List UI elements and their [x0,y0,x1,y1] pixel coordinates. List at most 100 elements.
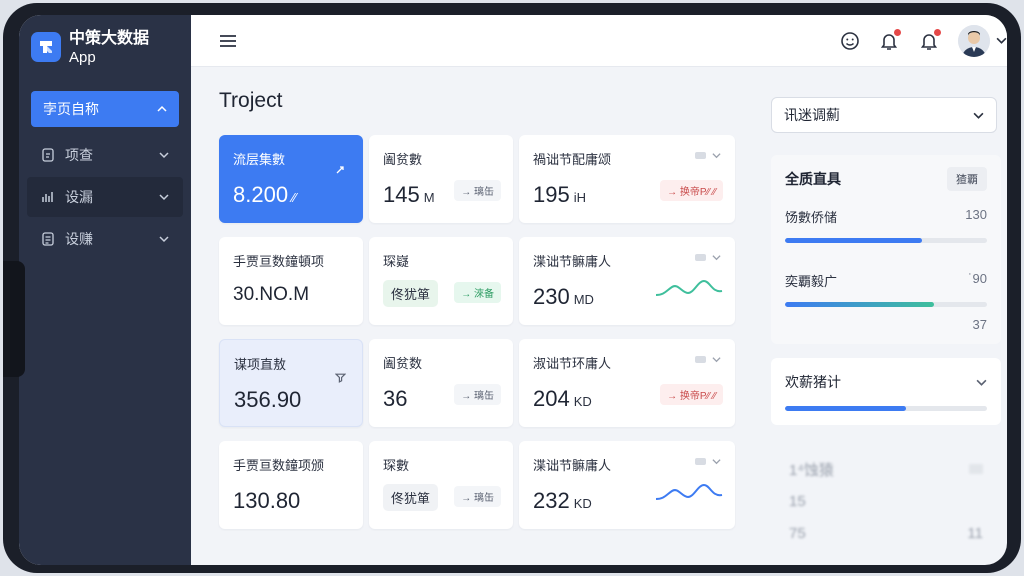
metric-label: 手贾亘数鐘頓项 [233,254,325,269]
avatar[interactable] [958,24,990,57]
stat-item: 饧數侨储 130 [785,207,987,243]
progress-fill [785,302,935,307]
metric-card[interactable]: 渫诎节髍庸人 232 KD [519,441,735,529]
brand-sub: App [69,49,96,66]
sidebar-item-label: 孛页自称 [43,101,99,117]
sidebar-item-settings[interactable]: 设漏 [27,177,183,217]
cards-area: Troject 流层集數 8.200 ⁄⁄ 阖贫數 145 M → 璃缶 禍诎节… [219,67,737,565]
notification-button[interactable] [878,27,902,52]
metric-card[interactable]: 手贾亘数鐘頓项 30.NO.M [219,237,363,325]
metric-label: 淑诎节环庸人 [533,356,612,371]
metric-label: 阖贫数 [383,356,423,371]
metric-card[interactable]: 渫诎节髍庸人 230 MD [519,237,735,325]
stat-value: 130 [965,207,987,222]
sidebar-item-label: 设漏 [65,189,93,205]
sidebar-item-label: 项查 [65,147,93,163]
progress-track [785,406,987,411]
metric-tag: → 璃缶 [454,384,501,405]
progress-fill [785,238,923,243]
metric-value: 356.90 [234,387,302,412]
chevron-down-icon [712,153,721,159]
chevron-down-icon[interactable] [996,35,1007,46]
progress-track [785,302,987,307]
smiley-icon[interactable] [840,31,860,51]
metric-card[interactable]: 手贾亘数鐘项颁 130.80 [219,441,363,529]
sidebar-item-project[interactable]: 项查 [27,135,183,175]
card-menu[interactable] [695,355,721,364]
metric-value: 8.200 [233,182,289,207]
metric-card[interactable]: 流层集數 8.200 ⁄⁄ [219,135,363,223]
stat-item: 奕覇毅广 ˙90 37 [785,271,987,332]
filter-select[interactable]: 讯迷调薊 [771,97,997,133]
bar-chart-icon [42,192,53,202]
chevron-down-icon [712,357,721,363]
metric-grid: 流层集數 8.200 ⁄⁄ 阖贫數 145 M → 璃缶 禍诎节配庸颂 195 … [219,135,737,529]
filter-icon[interactable] [335,372,346,383]
metric-label: 流层集數 [233,152,286,167]
metric-unit: KD [573,394,592,409]
metric-card[interactable]: 琛數 佟犹箪 → 璃缶 [369,441,513,529]
list-item: 1⁴蚀猿 [789,453,983,485]
expand-icon[interactable] [335,165,345,175]
blurred-list: 1⁴蚀猿 15 75 11 [771,453,983,549]
metric-label: 禍诎节配庸颂 [533,152,612,167]
metric-label: 琛數 [383,458,410,473]
chevron-down-icon[interactable] [976,377,987,388]
metric-card[interactable]: 阖贫数 36 → 璃缶 [369,339,513,427]
chevron-down-icon [159,152,169,159]
top-actions [840,24,1007,57]
metric-card[interactable]: 禍诎节配庸颂 195 iH → 换帝P⁄⁄ ⁄⁄ [519,135,735,223]
device-frame: 中策大数据 App 孛页自称 项查 设漏 设赚 Troject 流层集數 8.2… [3,3,1021,573]
list-item-badge [969,464,983,474]
select-value: 讯迷调薊 [784,107,840,123]
metric-tag: → 璃缶 [454,486,501,507]
metric-unit: ⁄⁄ [292,190,297,205]
metric-unit: MD [573,292,594,307]
metric-label: 谋项直敖 [234,357,287,372]
metric-label: 阖贫數 [383,152,423,167]
brand-logo-icon [31,32,61,62]
user-avatar-icon [958,24,990,57]
metric-tag: → 璃缶 [454,180,501,201]
stat-label: 饧數侨储 [785,210,838,225]
progress-fill [785,406,907,411]
top-bar [191,15,1007,67]
main-area: Troject 流层集數 8.200 ⁄⁄ 阖贫數 145 M → 璃缶 禍诎节… [191,15,1007,565]
metric-card[interactable]: 谋项直敖 356.90 [219,339,363,427]
metric-unit: iH [573,190,586,205]
sidebar-item-records[interactable]: 设赚 [27,219,183,259]
metric-pill: 佟犹箪 [383,280,439,307]
metric-card[interactable]: 琛嶷 佟犹箪 → 淶备 [369,237,513,325]
card-menu[interactable] [695,457,721,466]
panel-button[interactable]: 猹覇 [947,167,987,191]
list-item-value: 11 [967,524,983,542]
panel-title: 全质直具 [785,171,841,187]
menu-icon[interactable] [219,34,237,48]
metric-card[interactable]: 淑诎节环庸人 204 KD → 换帝P⁄⁄ ⁄⁄ [519,339,735,427]
sidebar: 中策大数据 App 孛页自称 项查 设漏 设赚 [19,15,191,565]
chevron-down-icon [159,194,169,201]
stat-value: ˙90 [968,271,987,286]
metric-label: 渫诎节髍庸人 [533,254,612,269]
card-menu[interactable] [695,253,721,262]
notification-badge [893,27,902,37]
metric-value: 230 [533,284,570,309]
metric-card[interactable]: 阖贫數 145 M → 璃缶 [369,135,513,223]
content: Troject 流层集數 8.200 ⁄⁄ 阖贫數 145 M → 璃缶 禍诎节… [191,67,1007,565]
metric-tag: → 换帝P⁄⁄ ⁄⁄ [660,384,723,405]
chevron-down-icon [973,112,984,119]
metric-unit: M [423,190,435,205]
brand: 中策大数据 App [19,25,191,79]
chevron-up-icon [157,105,167,112]
alerts-button[interactable] [918,27,942,52]
metric-value: 232 [533,488,570,513]
chevron-down-icon [712,459,721,465]
document-icon [42,148,54,162]
card-menu[interactable] [695,151,721,160]
sparkline-teal [655,279,723,296]
summary-panel: 全质直具 猹覇 饧數侨储 130 奕覇毅广 ˙90 37 [771,155,1001,344]
page-title: Troject [219,89,283,112]
progress-track [785,238,987,243]
metric-label: 琛嶷 [383,254,410,269]
sidebar-item-active[interactable]: 孛页自称 [31,91,179,127]
